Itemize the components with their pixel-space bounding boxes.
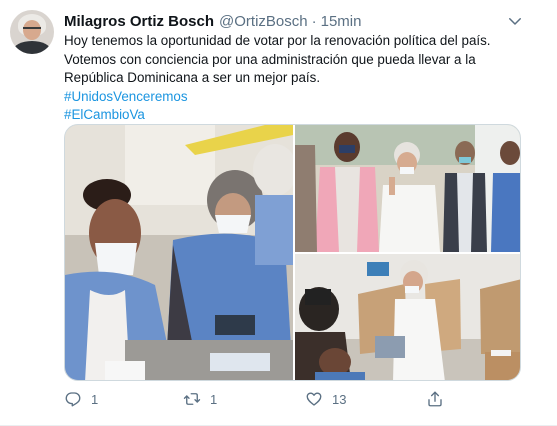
- chevron-down-icon[interactable]: [506, 12, 524, 30]
- share-button[interactable]: [426, 389, 444, 409]
- retweet-button[interactable]: 1: [183, 389, 217, 409]
- media-grid: [64, 124, 521, 381]
- tweet-text-line: Hoy tenemos la oportunidad de votar por …: [64, 33, 491, 48]
- retweet-icon: [183, 393, 201, 405]
- photo-ballot-box[interactable]: [295, 254, 520, 380]
- separator: ·: [311, 12, 317, 30]
- photo-crowd[interactable]: [295, 125, 520, 252]
- reply-icon: [65, 392, 81, 407]
- like-count: 13: [332, 391, 347, 407]
- tweet-actions: 1 1 13: [64, 389, 484, 409]
- reply-button[interactable]: 1: [64, 389, 98, 409]
- timestamp[interactable]: 15min: [321, 13, 362, 30]
- like-button[interactable]: 13: [305, 389, 346, 409]
- tweet-text-line: República Dominicana a ser un mejor país…: [64, 70, 321, 85]
- heart-icon: [306, 392, 322, 406]
- tweet-text: Hoy tenemos la oportunidad de votar por …: [64, 32, 524, 125]
- tweet-text-line: Votemos con conciencia por una administr…: [64, 51, 476, 67]
- tweet[interactable]: Milagros Ortiz Bosch @OrtizBosch · 15min…: [0, 0, 557, 426]
- reply-count: 1: [91, 391, 99, 407]
- photo-voting-table[interactable]: [65, 125, 293, 380]
- hashtag-link[interactable]: #UnidosVenceremos: [64, 88, 524, 107]
- avatar[interactable]: [10, 10, 54, 54]
- share-icon: [428, 391, 442, 407]
- hashtag-link[interactable]: #ElCambioVa: [64, 106, 524, 125]
- tweet-header: Milagros Ortiz Bosch @OrtizBosch · 15min: [64, 11, 361, 31]
- author-name[interactable]: Milagros Ortiz Bosch: [64, 13, 214, 30]
- author-handle[interactable]: @OrtizBosch: [219, 13, 308, 30]
- retweet-count: 1: [210, 391, 218, 407]
